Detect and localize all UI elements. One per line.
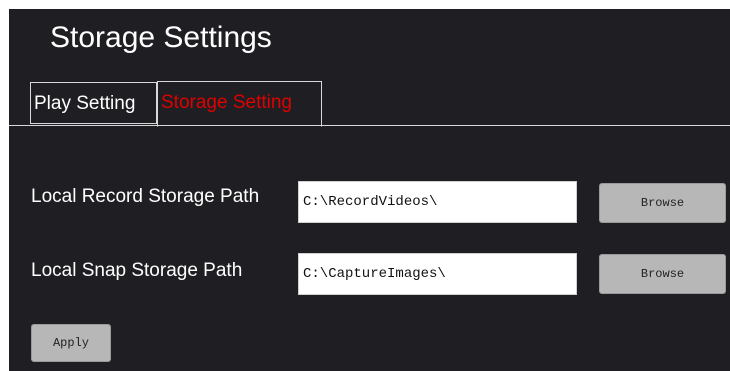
snap-path-label: Local Snap Storage Path (31, 260, 243, 281)
tab-play-setting[interactable]: Play Setting (30, 82, 157, 124)
record-path-browse-button[interactable]: Browse (599, 183, 726, 223)
snap-path-input[interactable]: C:\CaptureImages\ (298, 253, 577, 295)
tab-divider (9, 125, 730, 126)
page-title: Storage Settings (50, 21, 272, 54)
snap-path-browse-button[interactable]: Browse (599, 254, 726, 294)
storage-settings-panel: Storage Settings Play Setting Storage Se… (9, 9, 730, 371)
record-path-label: Local Record Storage Path (31, 186, 260, 207)
tab-storage-setting[interactable]: Storage Setting (157, 81, 322, 127)
record-path-input[interactable]: C:\RecordVideos\ (298, 181, 577, 223)
apply-button[interactable]: Apply (31, 324, 111, 362)
